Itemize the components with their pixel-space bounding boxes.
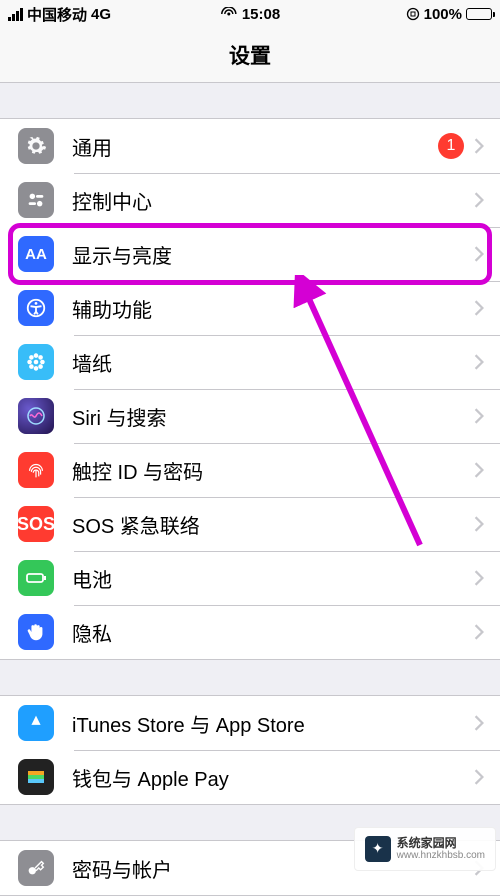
row-touchid-passcode[interactable]: 触控 ID 与密码 bbox=[0, 443, 500, 497]
carrier-label: 中国移动 bbox=[27, 4, 87, 25]
orientation-lock-icon bbox=[406, 7, 420, 21]
battery-row-icon bbox=[18, 560, 54, 596]
settings-section-1: 通用 1 控制中心 AA 显示与亮度 辅助功能 墙纸 Siri 与搜索 触控 I… bbox=[0, 118, 500, 660]
chevron-right-icon bbox=[474, 715, 484, 731]
chevron-right-icon bbox=[474, 408, 484, 424]
chevron-right-icon bbox=[474, 516, 484, 532]
row-label: 墙纸 bbox=[72, 348, 474, 377]
battery-percent: 100% bbox=[424, 6, 462, 23]
time-label: 15:08 bbox=[242, 6, 280, 23]
battery-icon bbox=[466, 8, 492, 20]
row-wallet-applepay[interactable]: 钱包与 Apple Pay bbox=[0, 750, 500, 804]
row-wallpaper[interactable]: 墙纸 bbox=[0, 335, 500, 389]
chevron-right-icon bbox=[474, 138, 484, 154]
row-label: 通用 bbox=[72, 132, 438, 161]
row-label: 隐私 bbox=[72, 618, 474, 647]
row-general[interactable]: 通用 1 bbox=[0, 119, 500, 173]
nav-title-bar: 设置 bbox=[0, 28, 500, 83]
chevron-right-icon bbox=[474, 570, 484, 586]
notification-badge: 1 bbox=[438, 133, 464, 159]
row-control-center[interactable]: 控制中心 bbox=[0, 173, 500, 227]
row-sos[interactable]: SOS SOS 紧急联络 bbox=[0, 497, 500, 551]
text-size-icon: AA bbox=[18, 236, 54, 272]
watermark: ✦ 系统家园网 www.hnzkhbsb.com bbox=[354, 827, 496, 871]
key-icon bbox=[18, 850, 54, 886]
chevron-right-icon bbox=[474, 246, 484, 262]
status-bar: 中国移动 4G 15:08 100% bbox=[0, 0, 500, 28]
signal-icon bbox=[8, 8, 23, 21]
chevron-right-icon bbox=[474, 192, 484, 208]
gear-icon bbox=[18, 128, 54, 164]
row-label: 电池 bbox=[72, 564, 474, 593]
watermark-logo-icon: ✦ bbox=[365, 836, 391, 862]
watermark-title: 系统家园网 bbox=[397, 836, 485, 850]
chevron-right-icon bbox=[474, 300, 484, 316]
status-center: 15:08 bbox=[220, 6, 280, 23]
settings-section-2: iTunes Store 与 App Store 钱包与 Apple Pay bbox=[0, 695, 500, 805]
sliders-icon bbox=[18, 182, 54, 218]
row-label: 控制中心 bbox=[72, 186, 474, 215]
row-itunes-appstore[interactable]: iTunes Store 与 App Store bbox=[0, 696, 500, 750]
row-accessibility[interactable]: 辅助功能 bbox=[0, 281, 500, 335]
row-privacy[interactable]: 隐私 bbox=[0, 605, 500, 659]
fingerprint-icon bbox=[18, 452, 54, 488]
appstore-icon bbox=[18, 705, 54, 741]
row-label: 辅助功能 bbox=[72, 294, 474, 323]
row-label: iTunes Store 与 App Store bbox=[72, 709, 474, 738]
status-left: 中国移动 4G bbox=[8, 4, 111, 25]
sos-icon: SOS bbox=[18, 506, 54, 542]
row-label: 钱包与 Apple Pay bbox=[72, 763, 474, 792]
chevron-right-icon bbox=[474, 769, 484, 785]
accessibility-icon bbox=[18, 290, 54, 326]
row-label: 触控 ID 与密码 bbox=[72, 456, 474, 485]
page-title: 设置 bbox=[229, 40, 271, 70]
wallet-icon bbox=[18, 759, 54, 795]
chevron-right-icon bbox=[474, 354, 484, 370]
network-label: 4G bbox=[91, 6, 111, 23]
row-label: 显示与亮度 bbox=[72, 240, 474, 269]
status-right: 100% bbox=[406, 6, 492, 23]
row-siri-search[interactable]: Siri 与搜索 bbox=[0, 389, 500, 443]
row-label: SOS 紧急联络 bbox=[72, 510, 474, 539]
watermark-domain: www.hnzkhbsb.com bbox=[397, 850, 485, 862]
row-label: Siri 与搜索 bbox=[72, 402, 474, 431]
chevron-right-icon bbox=[474, 462, 484, 478]
chevron-right-icon bbox=[474, 624, 484, 640]
siri-icon bbox=[18, 398, 54, 434]
flower-icon bbox=[18, 344, 54, 380]
row-battery[interactable]: 电池 bbox=[0, 551, 500, 605]
hand-icon bbox=[18, 614, 54, 650]
hotspot-icon bbox=[220, 7, 238, 21]
row-display-brightness[interactable]: AA 显示与亮度 bbox=[0, 227, 500, 281]
